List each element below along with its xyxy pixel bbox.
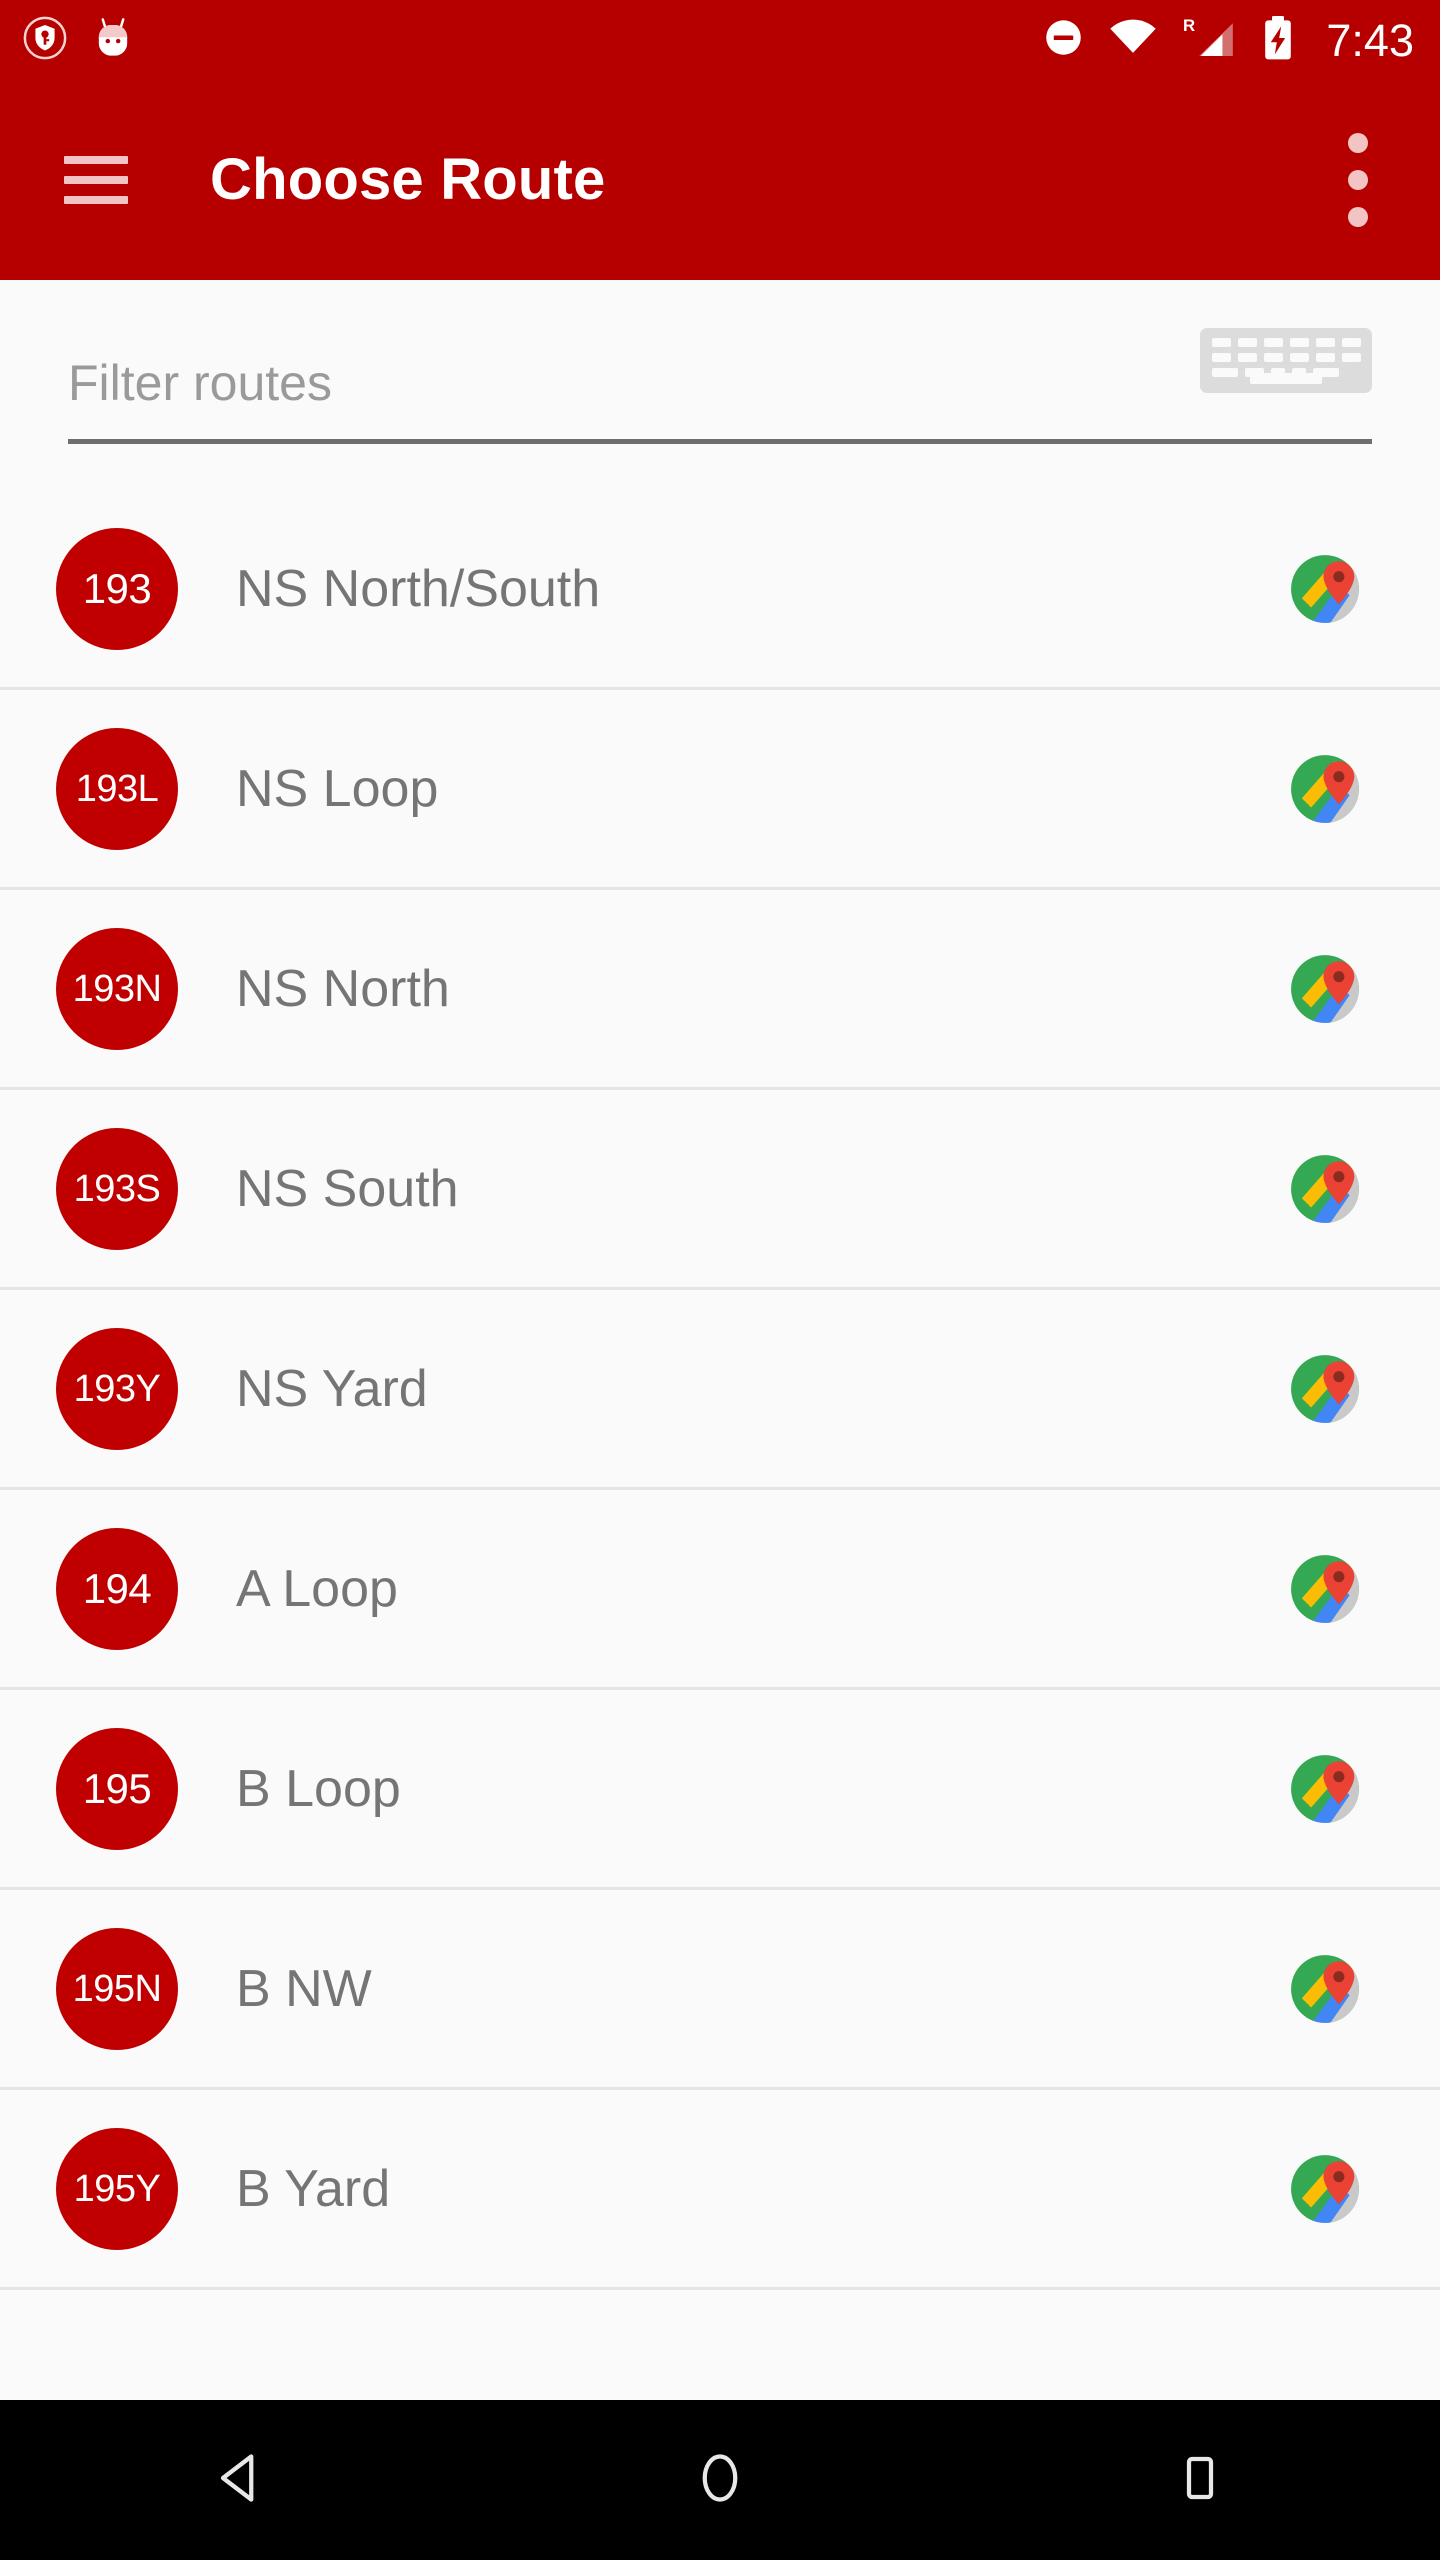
route-name: NS North/South: [236, 559, 601, 618]
route-name: B NW: [236, 1959, 372, 2018]
keyboard-icon[interactable]: [1200, 328, 1372, 393]
table-row[interactable]: 195Y B Yard: [0, 2090, 1440, 2290]
overflow-menu-icon[interactable]: [1348, 133, 1368, 227]
app-bar: Choose Route: [0, 80, 1440, 280]
android-head-icon: [90, 15, 136, 66]
route-badge: 193Y: [56, 1327, 178, 1450]
route-name: B Yard: [236, 2159, 391, 2218]
filter-input-underline: [68, 439, 1372, 444]
table-row[interactable]: 193L NS Loop: [0, 690, 1440, 890]
table-row[interactable]: 195N B NW: [0, 1890, 1440, 2090]
table-row[interactable]: 193N NS North: [0, 890, 1440, 1090]
battery-charging-icon: [1258, 14, 1298, 67]
list-bottom-spacer: [0, 2290, 1440, 2390]
hamburger-menu-icon[interactable]: [64, 156, 128, 204]
google-maps-icon[interactable]: [1288, 2152, 1362, 2226]
google-maps-icon[interactable]: [1288, 1752, 1362, 1826]
back-button[interactable]: [0, 2400, 480, 2560]
do-not-disturb-icon: [1041, 15, 1086, 65]
page-title: Choose Route: [210, 147, 606, 212]
vpn-key-shield-icon: [22, 15, 68, 66]
google-maps-icon[interactable]: [1288, 552, 1362, 626]
google-maps-icon[interactable]: [1288, 1952, 1362, 2026]
google-maps-icon[interactable]: [1288, 952, 1362, 1026]
filter-routes-input[interactable]: [68, 354, 1168, 412]
google-maps-icon[interactable]: [1288, 752, 1362, 826]
google-maps-icon[interactable]: [1288, 1152, 1362, 1226]
route-name: NS Loop: [236, 759, 439, 818]
google-maps-icon[interactable]: [1288, 1352, 1362, 1426]
table-row[interactable]: 193Y NS Yard: [0, 1290, 1440, 1490]
route-badge: 193: [56, 527, 178, 650]
route-badge: 195Y: [56, 2127, 178, 2250]
wifi-icon: [1108, 15, 1158, 65]
recents-square-icon: [1170, 2448, 1230, 2513]
route-badge: 193N: [56, 927, 178, 1050]
google-maps-icon[interactable]: [1288, 1552, 1362, 1626]
route-name: B Loop: [236, 1759, 401, 1818]
route-badge: 195: [56, 1727, 178, 1850]
table-row[interactable]: 195 B Loop: [0, 1690, 1440, 1890]
route-name: NS South: [236, 1159, 459, 1218]
status-bar: R 7:43: [0, 0, 1440, 80]
route-badge: 195N: [56, 1927, 178, 2050]
status-bar-clock: 7:43: [1326, 14, 1414, 66]
route-name: NS North: [236, 959, 450, 1018]
android-navigation-bar: [0, 2400, 1440, 2560]
route-badge: 194: [56, 1527, 178, 1650]
home-circle-icon: [690, 2448, 750, 2513]
route-badge: 193S: [56, 1127, 178, 1250]
app-screen: R 7:43 Choose Route Filter routes 193 NS…: [0, 0, 1440, 2560]
recents-button[interactable]: [960, 2400, 1440, 2560]
route-list: 193 NS North/South 193L NS Loop 193N NS …: [0, 490, 1440, 2390]
back-triangle-icon: [210, 2448, 270, 2513]
status-bar-left-icons: [22, 15, 136, 66]
table-row[interactable]: 194 A Loop: [0, 1490, 1440, 1690]
roaming-signal-icon: R: [1180, 14, 1236, 67]
route-badge: 193L: [56, 727, 178, 850]
table-row[interactable]: 193S NS South: [0, 1090, 1440, 1290]
status-bar-right-icons: R 7:43: [1041, 14, 1414, 67]
table-row[interactable]: 193 NS North/South: [0, 490, 1440, 690]
route-name: NS Yard: [236, 1359, 428, 1418]
route-name: A Loop: [236, 1559, 398, 1618]
home-button[interactable]: [480, 2400, 960, 2560]
svg-text:R: R: [1183, 16, 1195, 35]
